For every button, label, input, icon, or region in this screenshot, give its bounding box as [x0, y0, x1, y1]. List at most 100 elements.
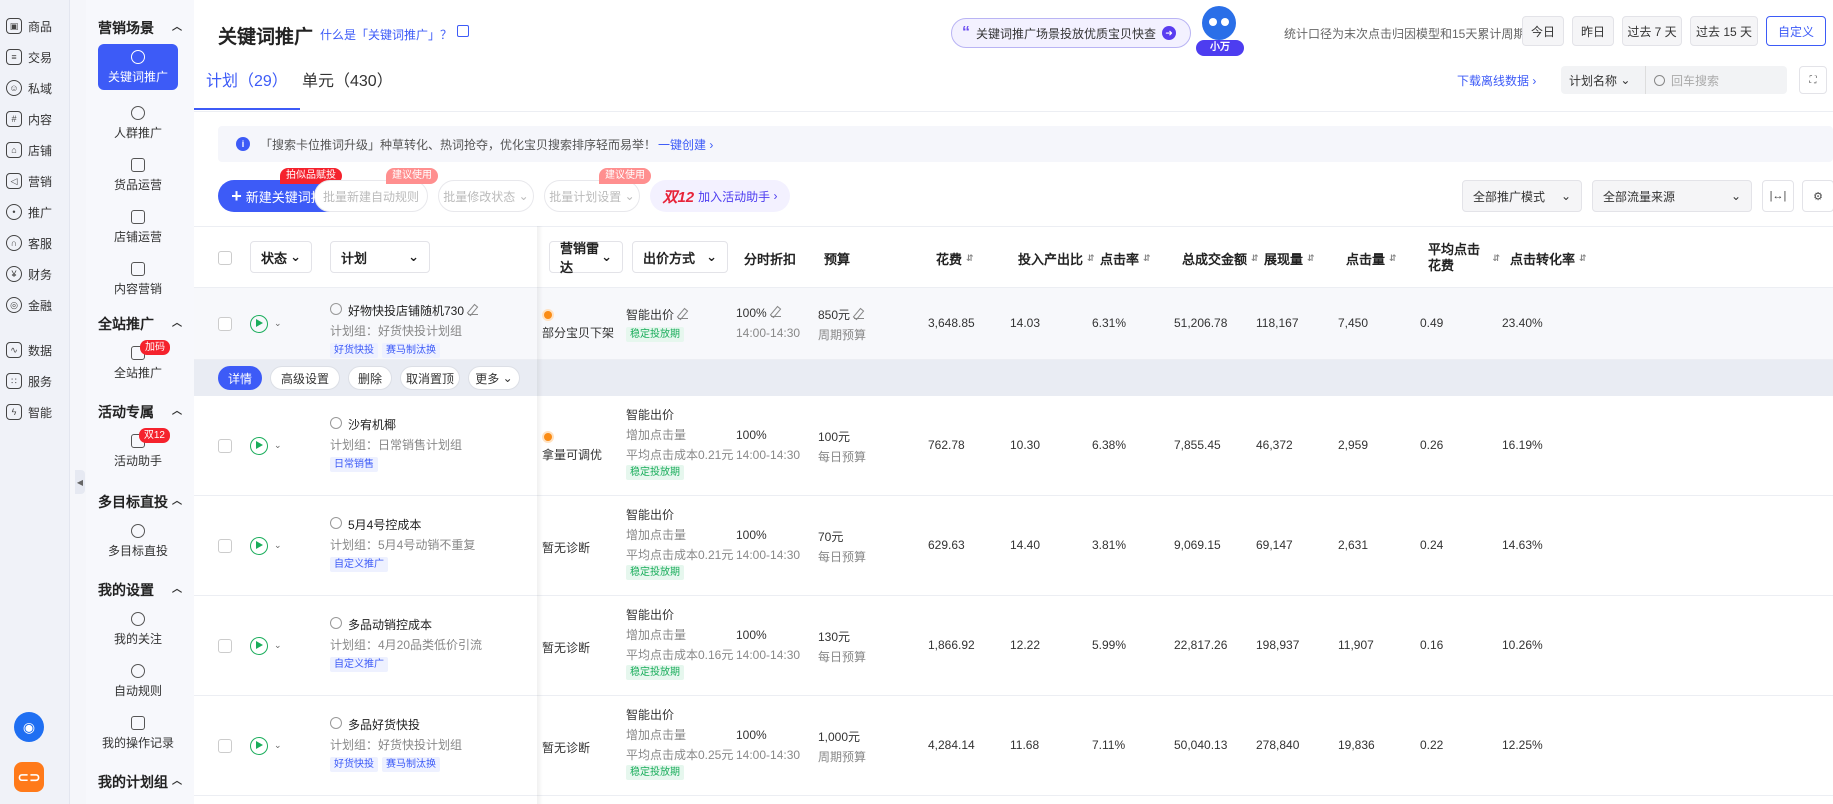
tab-plans[interactable]: 计划（29） [194, 70, 300, 110]
rail-item-smart[interactable]: ϟ 智能 [0, 398, 70, 426]
play-icon[interactable] [250, 637, 268, 655]
plan-name[interactable]: 5月4号控成本 [348, 516, 421, 533]
more-button[interactable]: 更多 ⌄ [468, 366, 520, 390]
edit-icon[interactable] [468, 305, 479, 315]
plan-filter[interactable]: 计划 ⌄ [330, 241, 430, 273]
tab-units[interactable]: 单元（430） [302, 70, 393, 110]
notice-link[interactable]: 一键创建 › [658, 136, 713, 153]
col-cost[interactable]: 花费 ⇵ [936, 227, 974, 289]
sidebar-item-activity-helper[interactable]: 双12 活动助手 [98, 428, 178, 474]
sidebar-item-audience-promo[interactable]: 人群推广 [98, 100, 178, 146]
edit-icon[interactable] [770, 307, 781, 317]
sidebar-item-full-site-promo[interactable]: 加码 全站推广 [98, 340, 178, 386]
play-icon[interactable] [250, 537, 268, 555]
col-ctr[interactable]: 点击率 ⇵ [1100, 227, 1151, 289]
select-all-checkbox[interactable] [218, 251, 232, 265]
batch-status-button[interactable]: 批量修改状态 ⌄ [438, 180, 534, 212]
rail-item-data[interactable]: ∿ 数据 [0, 336, 70, 364]
budget-value[interactable]: 130元 [818, 628, 850, 645]
radar-status[interactable]: 暂无诊断 [542, 639, 590, 656]
rail-item-content[interactable]: # 内容 [0, 105, 70, 133]
discount-value[interactable]: 100% [736, 728, 767, 742]
traffic-source-select[interactable]: 全部流量来源 ⌄ [1592, 180, 1752, 212]
row-checkbox[interactable] [218, 439, 232, 453]
unpin-button[interactable]: 取消置顶 [400, 366, 460, 390]
date-custom-button[interactable]: 自定义 [1766, 16, 1826, 46]
mascot-avatar[interactable]: 小万 [1196, 6, 1244, 58]
budget-value[interactable]: 100元 [818, 428, 850, 445]
rail-item-financial[interactable]: ◎ 金融 [0, 291, 70, 319]
radar-status[interactable]: 部分宝贝下架 [542, 324, 614, 341]
advanced-settings-button[interactable]: 高级设置 [270, 366, 340, 390]
col-clicks[interactable]: 点击量 ⇵ [1346, 227, 1397, 289]
rail-item-private[interactable]: ☺ 私域 [0, 74, 70, 102]
batch-rule-button[interactable]: 批量新建自动规则 [314, 180, 428, 212]
settings-icon[interactable]: ⚙ [1802, 180, 1833, 212]
table-row[interactable]: ⌄ 好物快投店铺随机730 计划组：好货快投计划组 好货快投 赛马制汰换 部分宝贝下架 智能… [194, 288, 1833, 360]
date-yesterday-button[interactable]: 昨日 [1572, 16, 1614, 46]
assistant-app-icon[interactable]: ◉ [14, 712, 44, 742]
search-field-select[interactable]: 计划名称 ⌄ [1561, 66, 1645, 94]
row-checkbox[interactable] [218, 539, 232, 553]
batch-setting-button[interactable]: 批量计划设置 ⌄ [544, 180, 640, 212]
sidebar-item-content-marketing[interactable]: 内容营销 [98, 256, 178, 302]
discount-value[interactable]: 100% [736, 428, 767, 442]
bid-method[interactable]: 智能出价 [626, 306, 689, 323]
sidebar-item-my-follow[interactable]: 我的关注 [98, 606, 178, 652]
play-icon[interactable] [250, 737, 268, 755]
col-impressions[interactable]: 展现量 ⇵ [1264, 227, 1315, 289]
sidebar-item-auto-rules[interactable]: 自动规则 [98, 658, 178, 704]
bid-method[interactable]: 智能出价 [626, 406, 674, 423]
radar-status[interactable]: 拿量可调优 [542, 446, 602, 463]
search-input[interactable]: 回车搜索 [1645, 66, 1787, 94]
table-row[interactable]: ⌄ 多品动销控成本 计划组：4月20品类低价引流 自定义推广 暂无诊断 智能出价 增加点击量… [194, 596, 1833, 696]
status-filter[interactable]: 状态 ⌄ [250, 241, 312, 273]
budget-value[interactable]: 70元 [818, 528, 843, 545]
row-checkbox[interactable] [218, 639, 232, 653]
detail-button[interactable]: 详情 [218, 366, 262, 390]
rail-item-service[interactable]: ∩ 客服 [0, 229, 70, 257]
sidebar-group-settings[interactable]: 我的设置 ︿ [86, 580, 194, 600]
rail-item-goods[interactable]: ▣ 商品 [0, 12, 70, 40]
radar-status[interactable]: 暂无诊断 [542, 539, 590, 556]
chevron-down-icon[interactable]: ⌄ [274, 318, 282, 329]
chevron-down-icon[interactable]: ⌄ [274, 640, 282, 651]
play-icon[interactable] [250, 315, 268, 333]
table-row[interactable]: ⌄ 沙宥机椰 计划组：日常销售计划组 日常销售 拿量可调优 智能出价 增加点击量 平均点击成本… [194, 396, 1833, 496]
row-checkbox[interactable] [218, 739, 232, 753]
link-app-icon[interactable]: ⊂⊃ [14, 762, 44, 792]
sidebar-item-shop-ops[interactable]: 店铺运营 [98, 204, 178, 250]
sidebar-group-scenes[interactable]: 营销场景 ︿ [86, 18, 194, 38]
table-row[interactable]: ⌄ 多品好货快投 计划组：好货快投计划组 好货快投 赛马制汰换 暂无诊断 智能出价 增加点击量… [194, 696, 1833, 796]
sidebar-item-keyword-promo[interactable]: 关键词推广 [98, 44, 178, 90]
collapse-sidebar-icon[interactable]: ◀ [75, 470, 85, 494]
rail-item-trade[interactable]: ≡ 交易 [0, 43, 70, 71]
sidebar-group-my-plans[interactable]: 我的计划组 ︿ [86, 772, 194, 792]
chevron-down-icon[interactable]: ⌄ [274, 540, 282, 551]
date-15d-button[interactable]: 过去 15 天 [1690, 16, 1758, 46]
rail-item-marketing[interactable]: ◁ 营销 [0, 167, 70, 195]
sidebar-group-full-site[interactable]: 全站推广 ︿ [86, 314, 194, 334]
sidebar-group-activity[interactable]: 活动专属 ︿ [86, 402, 194, 422]
rail-item-promotion[interactable]: • 推广 [0, 198, 70, 226]
budget-value[interactable]: 1,000元 [818, 728, 860, 745]
bid-method[interactable]: 智能出价 [626, 506, 674, 523]
sidebar-item-operation-log[interactable]: 我的操作记录 [98, 710, 178, 756]
fullscreen-icon[interactable]: ⛶ [1799, 66, 1827, 94]
plan-name[interactable]: 沙宥机椰 [348, 416, 396, 433]
plan-name[interactable]: 好物快投店铺随机730 [348, 302, 479, 319]
delete-button[interactable]: 删除 [348, 366, 392, 390]
col-cvr[interactable]: 点击转化率 ⇵ [1510, 227, 1587, 289]
radar-filter[interactable]: 营销雷达 ⌄ [549, 241, 623, 275]
sidebar-item-multi-target[interactable]: 多目标直投 [98, 518, 178, 564]
row-checkbox[interactable] [218, 317, 232, 331]
col-roi[interactable]: 投入产出比 ⇵ [1018, 227, 1095, 289]
rail-item-shop[interactable]: ⌂ 店铺 [0, 136, 70, 164]
play-icon[interactable] [250, 437, 268, 455]
bid-filter[interactable]: 出价方式 ⌄ [632, 241, 728, 273]
edit-icon[interactable] [678, 309, 689, 319]
sidebar-item-goods-ops[interactable]: 货品运营 [98, 152, 178, 198]
promo-mode-select[interactable]: 全部推广模式 ⌄ [1462, 180, 1582, 212]
date-7d-button[interactable]: 过去 7 天 [1622, 16, 1682, 46]
discount-value[interactable]: 100% [736, 528, 767, 542]
